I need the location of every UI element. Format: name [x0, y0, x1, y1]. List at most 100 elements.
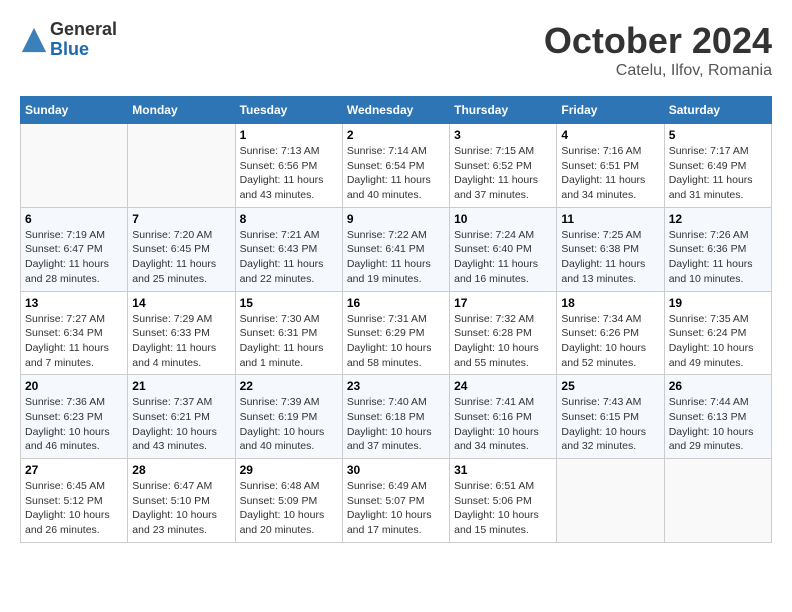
logo-text: General Blue [50, 20, 117, 60]
daylight-text: Daylight: 10 hours and 29 minutes. [669, 426, 754, 453]
calendar-cell [128, 124, 235, 208]
sunrise-text: Sunrise: 7:14 AM [347, 145, 427, 157]
calendar-cell: 23 Sunrise: 7:40 AM Sunset: 6:18 PM Dayl… [342, 375, 449, 459]
day-content: Sunrise: 7:31 AM Sunset: 6:29 PM Dayligh… [347, 312, 445, 371]
day-content: Sunrise: 7:35 AM Sunset: 6:24 PM Dayligh… [669, 312, 767, 371]
logo: General Blue [20, 20, 117, 60]
logo-icon [20, 26, 48, 54]
day-content: Sunrise: 7:16 AM Sunset: 6:51 PM Dayligh… [561, 144, 659, 203]
daylight-text: Daylight: 11 hours and 34 minutes. [561, 174, 645, 201]
day-number: 11 [561, 212, 659, 226]
day-content: Sunrise: 6:47 AM Sunset: 5:10 PM Dayligh… [132, 479, 230, 538]
sunset-text: Sunset: 6:16 PM [454, 411, 532, 423]
sunrise-text: Sunrise: 7:20 AM [132, 229, 212, 241]
sunset-text: Sunset: 6:21 PM [132, 411, 210, 423]
calendar-cell: 28 Sunrise: 6:47 AM Sunset: 5:10 PM Dayl… [128, 459, 235, 543]
calendar-cell: 22 Sunrise: 7:39 AM Sunset: 6:19 PM Dayl… [235, 375, 342, 459]
sunrise-text: Sunrise: 7:19 AM [25, 229, 105, 241]
daylight-text: Daylight: 11 hours and 25 minutes. [132, 258, 216, 285]
header-day-thursday: Thursday [450, 97, 557, 124]
day-content: Sunrise: 7:41 AM Sunset: 6:16 PM Dayligh… [454, 395, 552, 454]
day-content: Sunrise: 7:19 AM Sunset: 6:47 PM Dayligh… [25, 228, 123, 287]
calendar-cell: 15 Sunrise: 7:30 AM Sunset: 6:31 PM Dayl… [235, 291, 342, 375]
daylight-text: Daylight: 11 hours and 43 minutes. [240, 174, 324, 201]
calendar-week-row: 20 Sunrise: 7:36 AM Sunset: 6:23 PM Dayl… [21, 375, 772, 459]
daylight-text: Daylight: 11 hours and 7 minutes. [25, 342, 109, 369]
daylight-text: Daylight: 11 hours and 22 minutes. [240, 258, 324, 285]
day-number: 19 [669, 296, 767, 310]
sunset-text: Sunset: 6:36 PM [669, 243, 747, 255]
sunrise-text: Sunrise: 7:43 AM [561, 396, 641, 408]
calendar-week-row: 13 Sunrise: 7:27 AM Sunset: 6:34 PM Dayl… [21, 291, 772, 375]
day-number: 16 [347, 296, 445, 310]
sunrise-text: Sunrise: 7:29 AM [132, 313, 212, 325]
sunset-text: Sunset: 6:45 PM [132, 243, 210, 255]
sunrise-text: Sunrise: 7:22 AM [347, 229, 427, 241]
sunrise-text: Sunrise: 7:16 AM [561, 145, 641, 157]
day-content: Sunrise: 7:44 AM Sunset: 6:13 PM Dayligh… [669, 395, 767, 454]
calendar-cell: 11 Sunrise: 7:25 AM Sunset: 6:38 PM Dayl… [557, 207, 664, 291]
daylight-text: Daylight: 10 hours and 32 minutes. [561, 426, 646, 453]
sunset-text: Sunset: 6:41 PM [347, 243, 425, 255]
day-content: Sunrise: 6:49 AM Sunset: 5:07 PM Dayligh… [347, 479, 445, 538]
sunrise-text: Sunrise: 7:15 AM [454, 145, 534, 157]
calendar-cell: 5 Sunrise: 7:17 AM Sunset: 6:49 PM Dayli… [664, 124, 771, 208]
sunrise-text: Sunrise: 7:25 AM [561, 229, 641, 241]
day-number: 6 [25, 212, 123, 226]
sunset-text: Sunset: 6:47 PM [25, 243, 103, 255]
calendar-cell: 13 Sunrise: 7:27 AM Sunset: 6:34 PM Dayl… [21, 291, 128, 375]
sunrise-text: Sunrise: 7:36 AM [25, 396, 105, 408]
daylight-text: Daylight: 10 hours and 23 minutes. [132, 509, 217, 536]
sunset-text: Sunset: 6:19 PM [240, 411, 318, 423]
calendar-cell: 29 Sunrise: 6:48 AM Sunset: 5:09 PM Dayl… [235, 459, 342, 543]
sunset-text: Sunset: 6:15 PM [561, 411, 639, 423]
day-number: 30 [347, 463, 445, 477]
day-number: 26 [669, 379, 767, 393]
day-content: Sunrise: 7:39 AM Sunset: 6:19 PM Dayligh… [240, 395, 338, 454]
sunset-text: Sunset: 6:49 PM [669, 160, 747, 172]
sunrise-text: Sunrise: 7:21 AM [240, 229, 320, 241]
daylight-text: Daylight: 11 hours and 31 minutes. [669, 174, 753, 201]
calendar-week-row: 6 Sunrise: 7:19 AM Sunset: 6:47 PM Dayli… [21, 207, 772, 291]
day-content: Sunrise: 7:37 AM Sunset: 6:21 PM Dayligh… [132, 395, 230, 454]
sunset-text: Sunset: 5:10 PM [132, 495, 210, 507]
day-number: 9 [347, 212, 445, 226]
day-number: 4 [561, 128, 659, 142]
logo-blue-text: Blue [50, 40, 117, 60]
sunset-text: Sunset: 6:13 PM [669, 411, 747, 423]
calendar-cell: 14 Sunrise: 7:29 AM Sunset: 6:33 PM Dayl… [128, 291, 235, 375]
sunrise-text: Sunrise: 7:32 AM [454, 313, 534, 325]
day-number: 22 [240, 379, 338, 393]
day-content: Sunrise: 7:25 AM Sunset: 6:38 PM Dayligh… [561, 228, 659, 287]
sunrise-text: Sunrise: 7:34 AM [561, 313, 641, 325]
daylight-text: Daylight: 11 hours and 10 minutes. [669, 258, 753, 285]
day-number: 24 [454, 379, 552, 393]
day-content: Sunrise: 7:26 AM Sunset: 6:36 PM Dayligh… [669, 228, 767, 287]
day-number: 21 [132, 379, 230, 393]
sunset-text: Sunset: 6:28 PM [454, 327, 532, 339]
sunset-text: Sunset: 6:33 PM [132, 327, 210, 339]
sunset-text: Sunset: 6:54 PM [347, 160, 425, 172]
sunset-text: Sunset: 5:06 PM [454, 495, 532, 507]
day-content: Sunrise: 6:48 AM Sunset: 5:09 PM Dayligh… [240, 479, 338, 538]
sunrise-text: Sunrise: 6:48 AM [240, 480, 320, 492]
day-number: 23 [347, 379, 445, 393]
day-number: 15 [240, 296, 338, 310]
day-content: Sunrise: 7:30 AM Sunset: 6:31 PM Dayligh… [240, 312, 338, 371]
day-content: Sunrise: 7:40 AM Sunset: 6:18 PM Dayligh… [347, 395, 445, 454]
title-block: October 2024 Catelu, Ilfov, Romania [544, 20, 772, 80]
day-number: 14 [132, 296, 230, 310]
sunset-text: Sunset: 6:26 PM [561, 327, 639, 339]
calendar-cell: 31 Sunrise: 6:51 AM Sunset: 5:06 PM Dayl… [450, 459, 557, 543]
sunset-text: Sunset: 5:07 PM [347, 495, 425, 507]
header-day-monday: Monday [128, 97, 235, 124]
header-day-wednesday: Wednesday [342, 97, 449, 124]
day-number: 12 [669, 212, 767, 226]
daylight-text: Daylight: 11 hours and 19 minutes. [347, 258, 431, 285]
calendar-cell [664, 459, 771, 543]
calendar-cell: 1 Sunrise: 7:13 AM Sunset: 6:56 PM Dayli… [235, 124, 342, 208]
day-content: Sunrise: 7:29 AM Sunset: 6:33 PM Dayligh… [132, 312, 230, 371]
calendar-cell: 16 Sunrise: 7:31 AM Sunset: 6:29 PM Dayl… [342, 291, 449, 375]
day-content: Sunrise: 7:20 AM Sunset: 6:45 PM Dayligh… [132, 228, 230, 287]
logo-general-text: General [50, 20, 117, 40]
